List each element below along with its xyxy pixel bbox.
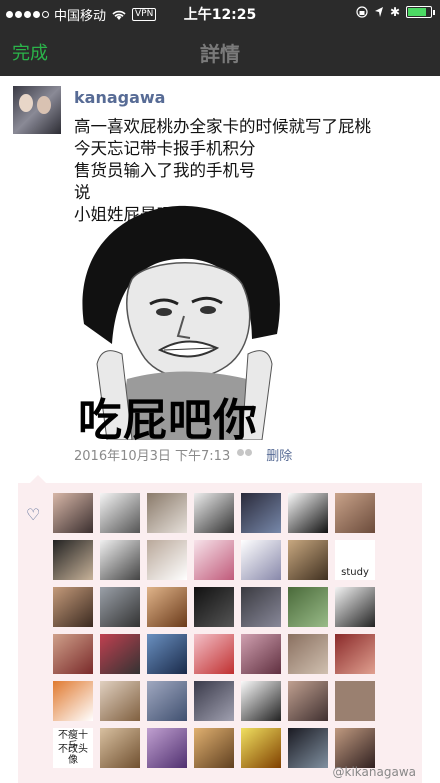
liker-avatar[interactable] bbox=[147, 728, 187, 768]
liker-avatar[interactable] bbox=[194, 540, 234, 580]
post-meta: 2016年10月3日 下午7:13 删除 bbox=[74, 445, 292, 464]
lock-icon bbox=[356, 6, 368, 18]
liker-avatar[interactable] bbox=[288, 728, 328, 768]
liker-avatar[interactable] bbox=[53, 681, 93, 721]
battery-icon bbox=[406, 6, 435, 18]
liker-avatar[interactable]: 不瘦十斤 不改头像 bbox=[53, 728, 93, 768]
avatar-text: study bbox=[341, 567, 369, 578]
liker-avatar[interactable] bbox=[288, 634, 328, 674]
liker-avatar[interactable] bbox=[194, 493, 234, 533]
liker-avatar[interactable] bbox=[241, 493, 281, 533]
liker-avatar[interactable] bbox=[53, 540, 93, 580]
liker-avatar[interactable] bbox=[241, 540, 281, 580]
liker-avatar[interactable] bbox=[100, 493, 140, 533]
username[interactable]: kanagawa bbox=[74, 88, 165, 107]
liker-avatar[interactable] bbox=[53, 634, 93, 674]
delete-button[interactable]: 删除 bbox=[266, 445, 292, 464]
liker-avatar[interactable] bbox=[241, 587, 281, 627]
liker-avatar[interactable] bbox=[194, 728, 234, 768]
liker-avatar[interactable] bbox=[100, 681, 140, 721]
likes-panel: ♡ study 不瘦十斤 不改头像 @kikanagawa bbox=[18, 475, 422, 783]
page-title: 詳情 bbox=[200, 42, 240, 66]
bluetooth-icon: ✱ bbox=[389, 5, 400, 19]
battery-fill bbox=[408, 8, 426, 16]
liker-avatar[interactable] bbox=[100, 634, 140, 674]
liker-avatar[interactable] bbox=[288, 681, 328, 721]
liker-avatar[interactable] bbox=[53, 587, 93, 627]
liker-avatar[interactable] bbox=[100, 587, 140, 627]
liker-avatar[interactable] bbox=[335, 587, 375, 627]
status-bar: 中国移动 VPN 上午12:25 ✱ bbox=[0, 0, 440, 26]
liker-avatar[interactable] bbox=[53, 493, 93, 533]
liker-avatar[interactable] bbox=[100, 728, 140, 768]
status-right: ✱ bbox=[356, 5, 435, 19]
liker-avatar[interactable] bbox=[194, 587, 234, 627]
post-timestamp: 2016年10月3日 下午7:13 bbox=[74, 449, 231, 464]
liker-avatar[interactable] bbox=[288, 540, 328, 580]
liker-avatar[interactable] bbox=[147, 540, 187, 580]
avatar[interactable] bbox=[13, 86, 61, 134]
liker-avatar[interactable] bbox=[288, 587, 328, 627]
liker-avatar[interactable] bbox=[147, 587, 187, 627]
liker-avatar[interactable] bbox=[241, 634, 281, 674]
liker-avatar[interactable] bbox=[194, 634, 234, 674]
people-icon bbox=[236, 448, 254, 461]
watermark: @kikanagawa bbox=[332, 765, 416, 779]
post-line: 售货员输入了我的手机号 bbox=[74, 161, 256, 180]
liker-avatar[interactable] bbox=[147, 493, 187, 533]
heart-icon: ♡ bbox=[26, 505, 41, 524]
liker-avatar[interactable]: study bbox=[335, 540, 375, 580]
liker-avatar[interactable] bbox=[194, 681, 234, 721]
liker-avatar[interactable] bbox=[335, 493, 375, 533]
liker-avatar[interactable] bbox=[335, 634, 375, 674]
moment-post: kanagawa 高一喜欢屁桃办全家卡的时候就写了屁桃 今天忘记带卡报手机积分 … bbox=[0, 76, 440, 476]
liker-avatar[interactable] bbox=[241, 728, 281, 768]
location-icon bbox=[374, 7, 383, 17]
liker-avatar[interactable] bbox=[100, 540, 140, 580]
liker-avatar[interactable] bbox=[335, 681, 375, 721]
avatar-text: 不改头像 bbox=[58, 744, 88, 766]
post-line: 说 bbox=[74, 183, 91, 202]
post-line: 今天忘记带卡报手机积分 bbox=[74, 139, 256, 158]
liker-avatar[interactable] bbox=[241, 681, 281, 721]
post-line: 高一喜欢屁桃办全家卡的时候就写了屁桃 bbox=[74, 117, 371, 136]
liker-avatar[interactable] bbox=[288, 493, 328, 533]
liker-avatar[interactable] bbox=[147, 634, 187, 674]
nav-bar: 完成 詳情 bbox=[0, 26, 440, 76]
liker-avatar[interactable] bbox=[147, 681, 187, 721]
meme-caption: 吃屁吧你 bbox=[78, 395, 258, 446]
liker-avatar[interactable] bbox=[335, 728, 375, 768]
